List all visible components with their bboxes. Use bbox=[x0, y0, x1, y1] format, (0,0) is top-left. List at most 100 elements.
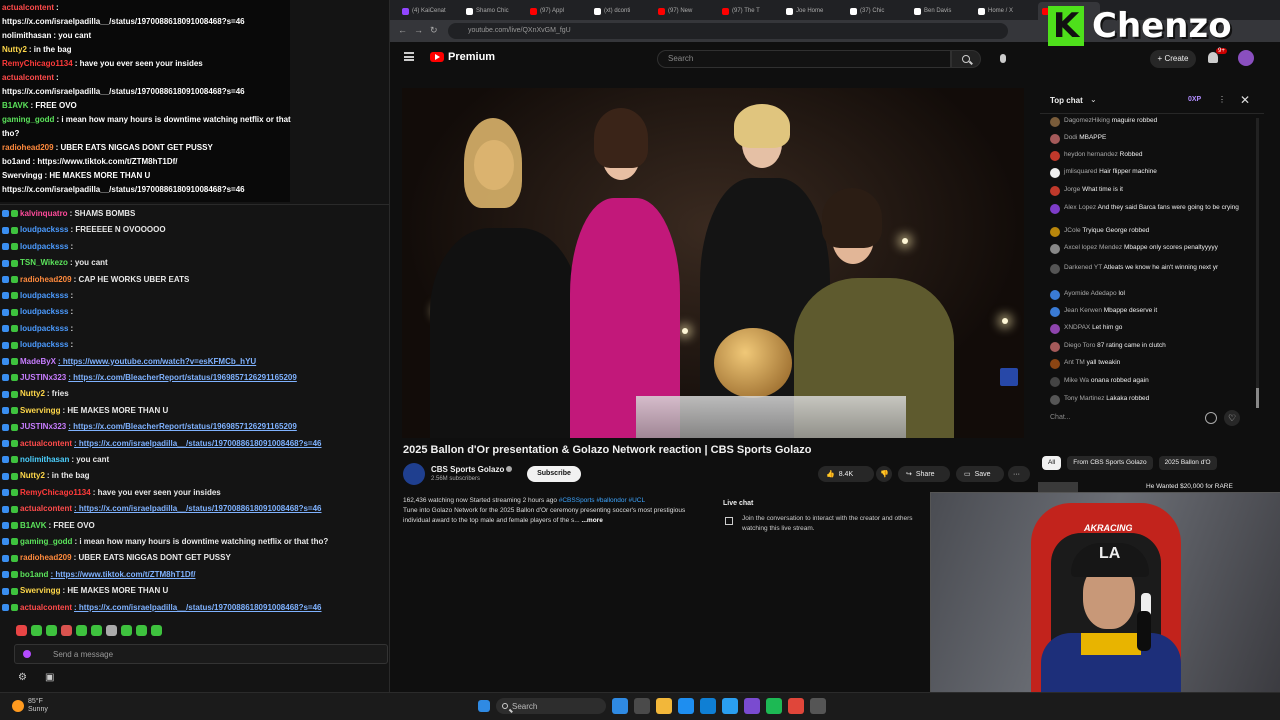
chat-link[interactable]: : https://x.com/BleacherReport/status/19… bbox=[68, 373, 297, 382]
scrollbar-thumb[interactable] bbox=[1256, 388, 1259, 408]
emote-bar[interactable] bbox=[16, 625, 162, 637]
chat-username[interactable]: actualcontent bbox=[20, 504, 72, 513]
filter-chip[interactable]: From CBS Sports Golazo bbox=[1067, 456, 1153, 470]
taskbar-app-icon[interactable] bbox=[744, 698, 760, 714]
emote-icon[interactable] bbox=[106, 625, 117, 636]
chat-username[interactable]: MadeByX bbox=[20, 357, 56, 366]
dislike-button[interactable]: 👎 bbox=[876, 466, 892, 482]
browser-tab[interactable]: Ben Davis bbox=[910, 2, 972, 20]
notifications-icon[interactable] bbox=[1208, 52, 1218, 63]
heart-icon[interactable]: ♡ bbox=[1224, 410, 1240, 426]
chat-username[interactable]: loudpacksss bbox=[20, 242, 68, 251]
chat-author[interactable]: Tony Martinez bbox=[1064, 395, 1104, 402]
back-icon[interactable]: ← bbox=[398, 25, 407, 35]
chat-username[interactable]: JUSTINx323 bbox=[20, 422, 66, 431]
emote-icon[interactable] bbox=[61, 625, 72, 636]
chat-link[interactable]: : https://x.com/israelpadilla__/status/1… bbox=[74, 504, 321, 513]
browser-tab[interactable]: (4) KaiCenat bbox=[398, 2, 460, 20]
hamburger-menu-icon[interactable] bbox=[404, 52, 414, 61]
taskbar-search[interactable]: Search bbox=[496, 698, 606, 714]
chat-username[interactable]: nolimithasan bbox=[20, 455, 69, 464]
related-video-title[interactable]: He Wanted $20,000 for RARE bbox=[1146, 483, 1233, 490]
browser-tab[interactable]: Shamo Chic bbox=[462, 2, 524, 20]
emote-icon[interactable] bbox=[76, 625, 87, 636]
chat-author[interactable]: jmlisquared bbox=[1064, 168, 1097, 175]
chat-avatar[interactable] bbox=[1050, 377, 1060, 387]
chat-link[interactable]: : https://x.com/BleacherReport/status/19… bbox=[68, 422, 297, 431]
live-chat-scrollbar[interactable] bbox=[1256, 118, 1259, 408]
browser-tab[interactable]: (xt) dconti bbox=[590, 2, 652, 20]
chat-avatar[interactable] bbox=[1050, 290, 1060, 300]
chat-avatar[interactable] bbox=[1050, 342, 1060, 352]
emote-icon[interactable] bbox=[136, 625, 147, 636]
channel-watermark[interactable] bbox=[1000, 368, 1018, 386]
taskbar-app-icon[interactable] bbox=[788, 698, 804, 714]
reload-icon[interactable]: ↻ bbox=[430, 25, 438, 36]
chat-link[interactable]: : https://www.tiktok.com/t/ZTM8hT1Df/ bbox=[50, 570, 195, 579]
chat-username[interactable]: B1AVK bbox=[2, 101, 29, 110]
filter-chip[interactable]: 2025 Ballon d'O bbox=[1158, 456, 1217, 470]
chat-author[interactable]: Jean Kerwen bbox=[1064, 307, 1102, 314]
chat-avatar[interactable] bbox=[1050, 307, 1060, 317]
channel-avatar[interactable] bbox=[403, 463, 425, 485]
description-more-link[interactable]: ...more bbox=[582, 517, 603, 524]
share-button[interactable]: ↪ Share bbox=[898, 466, 950, 482]
chat-link[interactable]: : https://x.com/israelpadilla__/status/1… bbox=[74, 439, 321, 448]
like-button[interactable]: 👍 8.4K bbox=[818, 466, 874, 482]
chat-username[interactable]: Swervingg bbox=[20, 406, 60, 415]
chat-avatar[interactable] bbox=[1050, 134, 1060, 144]
channel-name[interactable]: CBS Sports Golazo bbox=[431, 465, 513, 474]
chat-username[interactable]: loudpacksss bbox=[20, 324, 68, 333]
chat-username[interactable]: RemyChicago1134 bbox=[2, 59, 73, 68]
chat-username[interactable]: loudpacksss bbox=[20, 307, 68, 316]
browser-tab[interactable]: (97) The T bbox=[718, 2, 780, 20]
chat-avatar[interactable] bbox=[1050, 186, 1060, 196]
chat-author[interactable]: Darkened YT bbox=[1064, 264, 1102, 271]
taskbar-app-icon[interactable] bbox=[766, 698, 782, 714]
chat-author[interactable]: Diego Toro bbox=[1064, 342, 1095, 349]
chat-link[interactable]: : https://www.youtube.com/watch?v=esKFMC… bbox=[58, 357, 256, 366]
emote-icon[interactable] bbox=[151, 625, 162, 636]
chat-author[interactable]: Mike Wa bbox=[1064, 377, 1089, 384]
chat-username[interactable]: radiohead209 bbox=[20, 553, 72, 562]
chat-username[interactable]: JUSTINx323 bbox=[20, 373, 66, 382]
chat-username[interactable]: bo1and bbox=[20, 570, 48, 579]
taskbar-app-icon[interactable] bbox=[612, 698, 628, 714]
chat-username[interactable]: radiohead209 bbox=[20, 275, 72, 284]
save-button[interactable]: ▭ Save bbox=[956, 466, 1004, 482]
chat-author[interactable]: Alex Lopez bbox=[1064, 204, 1096, 211]
chat-username[interactable]: gaming_godd bbox=[2, 115, 54, 124]
browser-tab[interactable]: (97) New bbox=[654, 2, 716, 20]
description-tags[interactable]: #CBSSports #ballondor #UCL bbox=[559, 497, 645, 504]
chat-link[interactable]: : https://x.com/israelpadilla__/status/1… bbox=[74, 603, 321, 612]
chat-avatar[interactable] bbox=[1050, 244, 1060, 254]
emote-icon[interactable] bbox=[121, 625, 132, 636]
chat-author[interactable]: Jorge bbox=[1064, 186, 1080, 193]
chat-author[interactable]: XNDPAX bbox=[1064, 324, 1090, 331]
chat-author[interactable]: JCole bbox=[1064, 227, 1081, 234]
taskbar-app-icon[interactable] bbox=[722, 698, 738, 714]
subscribe-button[interactable]: Subscribe bbox=[527, 466, 581, 482]
weather-widget[interactable]: 85°F Sunny bbox=[12, 698, 48, 714]
chat-username[interactable]: TSN_Wikezo bbox=[20, 258, 68, 267]
chat-author[interactable]: Dodi bbox=[1064, 134, 1077, 141]
chat-username[interactable]: loudpacksss bbox=[20, 225, 68, 234]
more-options-icon[interactable]: ⋮ bbox=[1218, 95, 1226, 104]
chat-username[interactable]: actualcontent bbox=[2, 73, 54, 82]
chat-avatar[interactable] bbox=[1050, 227, 1060, 237]
chat-username[interactable]: actualcontent bbox=[2, 3, 54, 12]
chat-username[interactable]: loudpacksss bbox=[20, 340, 68, 349]
voice-search-icon[interactable] bbox=[1000, 54, 1006, 63]
filter-chip[interactable]: All bbox=[1042, 456, 1062, 470]
taskbar-app-icon[interactable] bbox=[810, 698, 826, 714]
create-button[interactable]: + Create bbox=[1150, 50, 1196, 68]
chat-username[interactable]: B1AVK bbox=[20, 521, 47, 530]
emote-icon[interactable] bbox=[31, 625, 42, 636]
chat-username[interactable]: Nutty2 bbox=[2, 45, 27, 54]
search-input[interactable]: Search bbox=[657, 50, 951, 68]
chat-username[interactable]: loudpacksss bbox=[20, 291, 68, 300]
browser-tab[interactable]: Home / X bbox=[974, 2, 1036, 20]
chat-author[interactable]: heydon hernandez bbox=[1064, 151, 1118, 158]
taskbar-app-icon[interactable] bbox=[634, 698, 650, 714]
chat-username[interactable]: actualcontent bbox=[20, 603, 72, 612]
